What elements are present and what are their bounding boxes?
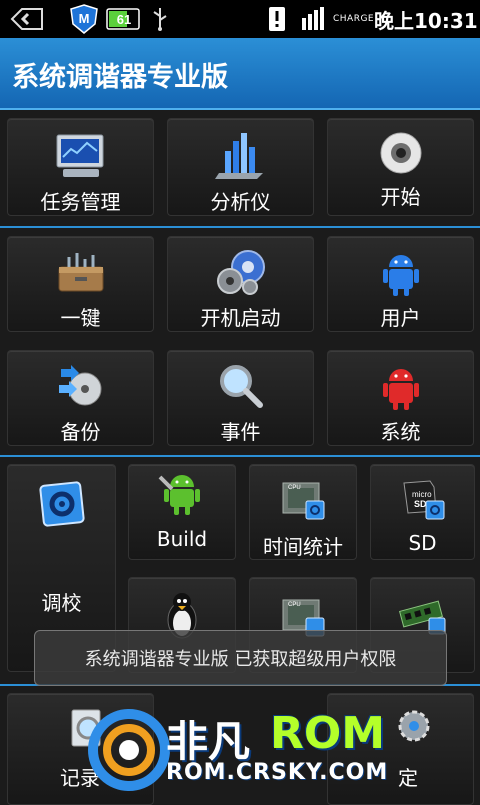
usb-icon (150, 0, 170, 38)
tile-label: Build (156, 527, 208, 551)
tile-build[interactable]: Build (128, 464, 236, 560)
watermark-url: ROM.CRSKY.COM (166, 760, 389, 785)
tile-system[interactable]: 系统 (327, 350, 474, 446)
gears-icon (214, 247, 268, 301)
title-bar: 系统调谐器专业版 (0, 38, 480, 110)
settings-gear-icon (394, 706, 434, 750)
backup-disc-icon (55, 363, 107, 413)
tile-label: 任务管理 (40, 190, 121, 214)
watermark-brand-en: ROM (270, 708, 386, 759)
toast-notification: 系统调谐器专业版 已获取超级用户权限 (34, 630, 447, 686)
magnifier-icon (218, 363, 264, 413)
tile-label: 用户 (380, 306, 421, 330)
tile-label: 事件 (220, 420, 261, 444)
tile-label: 系统 (380, 420, 421, 444)
monitor-icon (53, 131, 109, 185)
status-bar: M 61 CHARGE 晚上10:31 (0, 0, 480, 38)
section-divider (0, 455, 480, 457)
tile-boot-startup[interactable]: 开机启动 (167, 236, 314, 332)
svg-text:micro: micro (412, 490, 432, 499)
svg-text:M: M (79, 11, 90, 26)
tile-time-stats[interactable]: CPU 时间统计 (249, 464, 357, 560)
tile-label: 调校 (41, 591, 82, 615)
toast-message: 系统调谐器专业版 已获取超级用户权限 (84, 649, 397, 670)
battery-icon: 61 (106, 0, 142, 38)
tile-user[interactable]: 用户 (327, 236, 474, 332)
tile-label: 开机启动 (200, 306, 281, 330)
battery-level-text: 61 (117, 12, 131, 27)
security-shield-icon: M (70, 0, 98, 38)
cpu-chip-icon: CPU (280, 477, 326, 527)
tile-label: 时间统计 (263, 535, 343, 559)
tile-label: 分析仪 (210, 190, 271, 214)
tile-task-manager[interactable]: 任务管理 (7, 118, 154, 216)
disc-icon (379, 131, 423, 179)
tile-backup[interactable]: 备份 (7, 350, 154, 446)
signal-strength-icon (300, 0, 328, 38)
tile-one-key[interactable]: 一键 (7, 236, 154, 332)
android-blue-icon (381, 249, 421, 301)
svg-text:CPU: CPU (288, 602, 301, 608)
back-arrow-icon[interactable] (10, 0, 44, 38)
tile-sd[interactable]: micro SD SD (370, 464, 475, 560)
svg-text:CPU: CPU (288, 485, 301, 491)
bar-graph-icon (213, 129, 269, 185)
clock: 晚上10:31 (374, 8, 478, 33)
tile-label: SD (408, 531, 437, 555)
tile-label: 开始 (380, 185, 421, 209)
section-divider (0, 226, 480, 228)
charge-indicator: CHARGE (333, 14, 375, 24)
svg-text:SD: SD (414, 499, 427, 509)
tile-analyzer[interactable]: 分析仪 (167, 118, 314, 216)
warning-notification-icon (268, 0, 286, 38)
toolbox-icon (55, 249, 107, 299)
android-builder-icon (158, 471, 206, 521)
micro-sd-icon: micro SD (400, 477, 446, 527)
watermark-logo-icon (86, 700, 172, 804)
tile-start[interactable]: 开始 (327, 118, 474, 216)
tile-label: 备份 (60, 420, 101, 444)
app-title: 系统调谐器专业版 (12, 62, 228, 93)
android-red-icon (381, 363, 421, 415)
tile-events[interactable]: 事件 (167, 350, 314, 446)
tile-label: 定 (398, 766, 418, 790)
tile-label: 一键 (60, 306, 101, 330)
tune-app-icon (38, 481, 85, 531)
